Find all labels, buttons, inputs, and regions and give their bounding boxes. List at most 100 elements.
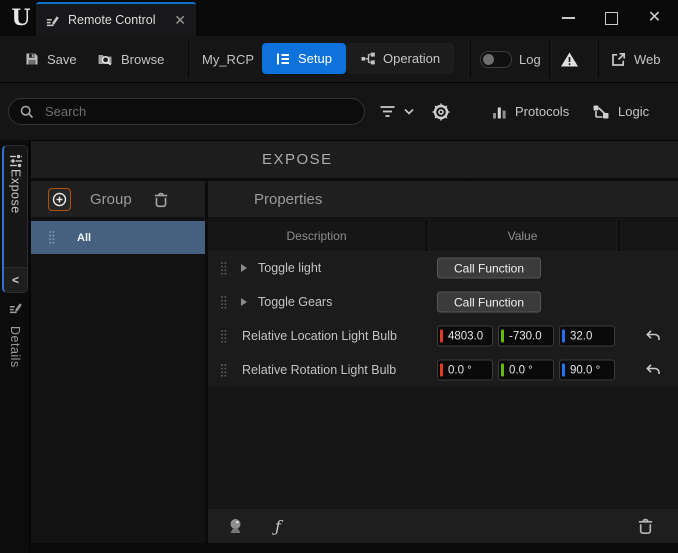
filter-icon — [379, 105, 396, 118]
expose-header: EXPOSE — [31, 141, 678, 178]
minimize-button[interactable] — [547, 0, 590, 36]
warning-icon — [560, 51, 579, 68]
log-toggle-group: Log — [480, 36, 541, 82]
remote-control-window: U Remote Control ✕ ✕ — [0, 0, 678, 553]
preset-name-button[interactable]: My_RCP — [202, 36, 254, 82]
groups-panel: Group All — [31, 181, 205, 543]
maximize-button[interactable] — [590, 0, 633, 36]
protocols-label: Protocols — [515, 104, 569, 119]
properties-empty-area — [208, 387, 678, 509]
close-button[interactable]: ✕ — [633, 0, 676, 36]
toolbar-separator — [188, 40, 189, 78]
protocols-button[interactable]: Protocols — [492, 83, 569, 140]
filter-button[interactable] — [379, 83, 414, 140]
save-button[interactable]: Save — [24, 36, 77, 82]
location-x-field[interactable]: 4803.0 — [437, 326, 493, 347]
log-toggle-knob — [483, 54, 494, 65]
bottom-toolbar: ƒ — [208, 509, 678, 543]
logic-icon — [592, 104, 610, 120]
toolbar-separator — [549, 40, 550, 78]
details-pencil-icon — [8, 300, 23, 315]
toolbar-separator — [470, 40, 471, 78]
property-row-relative-rotation: Relative Rotation Light Bulb 0.0 ° 0.0 °… — [208, 353, 678, 387]
property-name: Toggle Gears — [258, 295, 332, 309]
expand-caret-icon[interactable] — [241, 298, 247, 306]
rotation-pitch-field[interactable]: 0.0 ° — [498, 360, 554, 381]
warning-button[interactable] — [560, 36, 579, 82]
drawer-tab-expose[interactable]: Expose < — [2, 145, 28, 293]
reset-to-default-button[interactable] — [645, 329, 661, 343]
setup-label: Setup — [298, 51, 332, 66]
setup-icon — [276, 52, 291, 66]
browse-button[interactable]: Browse — [97, 36, 164, 82]
property-row-toggle-light: Toggle light Call Function — [208, 251, 678, 285]
window-controls: ✕ — [547, 0, 676, 36]
expand-caret-icon[interactable] — [241, 264, 247, 272]
remote-control-icon — [45, 13, 60, 28]
property-name: Relative Location Light Bulb — [242, 329, 397, 343]
group-item-label: All — [77, 232, 91, 244]
maximize-icon — [605, 12, 618, 25]
drag-handle-icon[interactable] — [220, 295, 227, 310]
unreal-logo-icon: U — [7, 2, 35, 34]
rotation-roll-field[interactable]: 0.0 ° — [437, 360, 493, 381]
property-name: Toggle light — [258, 261, 321, 275]
properties-title: Properties — [254, 191, 322, 208]
settings-button[interactable] — [431, 83, 451, 140]
expose-title: EXPOSE — [262, 141, 333, 178]
preset-name-label: My_RCP — [202, 52, 254, 67]
drawer-expose-label: Expose — [9, 169, 23, 267]
tab-remote-control[interactable]: Remote Control ✕ — [36, 2, 196, 36]
call-function-button[interactable]: Call Function — [437, 292, 541, 313]
property-row-relative-location: Relative Location Light Bulb 4803.0 -730… — [208, 319, 678, 353]
sliders-icon — [8, 153, 24, 169]
chevron-down-icon — [404, 108, 414, 115]
column-header-value: Value — [427, 221, 620, 251]
reset-to-default-button[interactable] — [645, 363, 661, 377]
drawer-strip: Expose < Details — [0, 140, 30, 553]
mode-segmented-control: Setup Operation — [262, 43, 454, 74]
location-y-field[interactable]: -730.0 — [498, 326, 554, 347]
filter-row: Protocols Logic — [0, 83, 678, 141]
minimize-icon — [562, 17, 575, 19]
gear-icon — [431, 102, 451, 122]
tab-setup[interactable]: Setup — [262, 43, 346, 74]
drag-handle-icon[interactable] — [48, 230, 55, 245]
operation-label: Operation — [383, 51, 440, 66]
web-button[interactable]: Web — [610, 36, 661, 82]
add-actor-button[interactable] — [226, 517, 245, 535]
drag-handle-icon[interactable] — [220, 261, 227, 276]
protocols-icon — [492, 104, 507, 119]
group-item-all[interactable]: All — [31, 221, 205, 254]
delete-property-button[interactable] — [637, 517, 654, 535]
toolbar: Save Browse My_RCP — [0, 36, 678, 83]
rotation-yaw-field[interactable]: 90.0 ° — [559, 360, 615, 381]
close-icon: ✕ — [648, 10, 661, 26]
tab-close-icon[interactable]: ✕ — [174, 13, 186, 27]
search-input[interactable] — [8, 98, 365, 125]
log-label: Log — [519, 52, 541, 67]
browse-label: Browse — [121, 52, 164, 67]
drawer-collapse-button[interactable]: < — [4, 267, 27, 292]
table-header: Description Value — [208, 221, 678, 251]
column-header-description: Description — [208, 221, 427, 251]
logic-button[interactable]: Logic — [592, 83, 649, 140]
location-z-field[interactable]: 32.0 — [559, 326, 615, 347]
drawer-details-label: Details — [8, 326, 22, 368]
log-toggle[interactable] — [480, 51, 512, 68]
drag-handle-icon[interactable] — [220, 329, 227, 344]
drag-handle-icon[interactable] — [220, 363, 227, 378]
delete-group-button[interactable] — [153, 191, 169, 208]
property-name: Relative Rotation Light Bulb — [242, 363, 396, 377]
toolbar-separator — [598, 40, 599, 78]
call-function-button[interactable]: Call Function — [437, 258, 541, 279]
add-group-button[interactable] — [48, 188, 71, 211]
logic-label: Logic — [618, 104, 649, 119]
tab-operation[interactable]: Operation — [346, 43, 454, 74]
add-function-button[interactable]: ƒ — [275, 517, 281, 536]
drawer-tab-details[interactable]: Details — [2, 300, 28, 368]
property-row-toggle-gears: Toggle Gears Call Function — [208, 285, 678, 319]
save-icon — [24, 51, 40, 67]
group-header: Group — [31, 181, 205, 217]
save-label: Save — [47, 52, 77, 67]
